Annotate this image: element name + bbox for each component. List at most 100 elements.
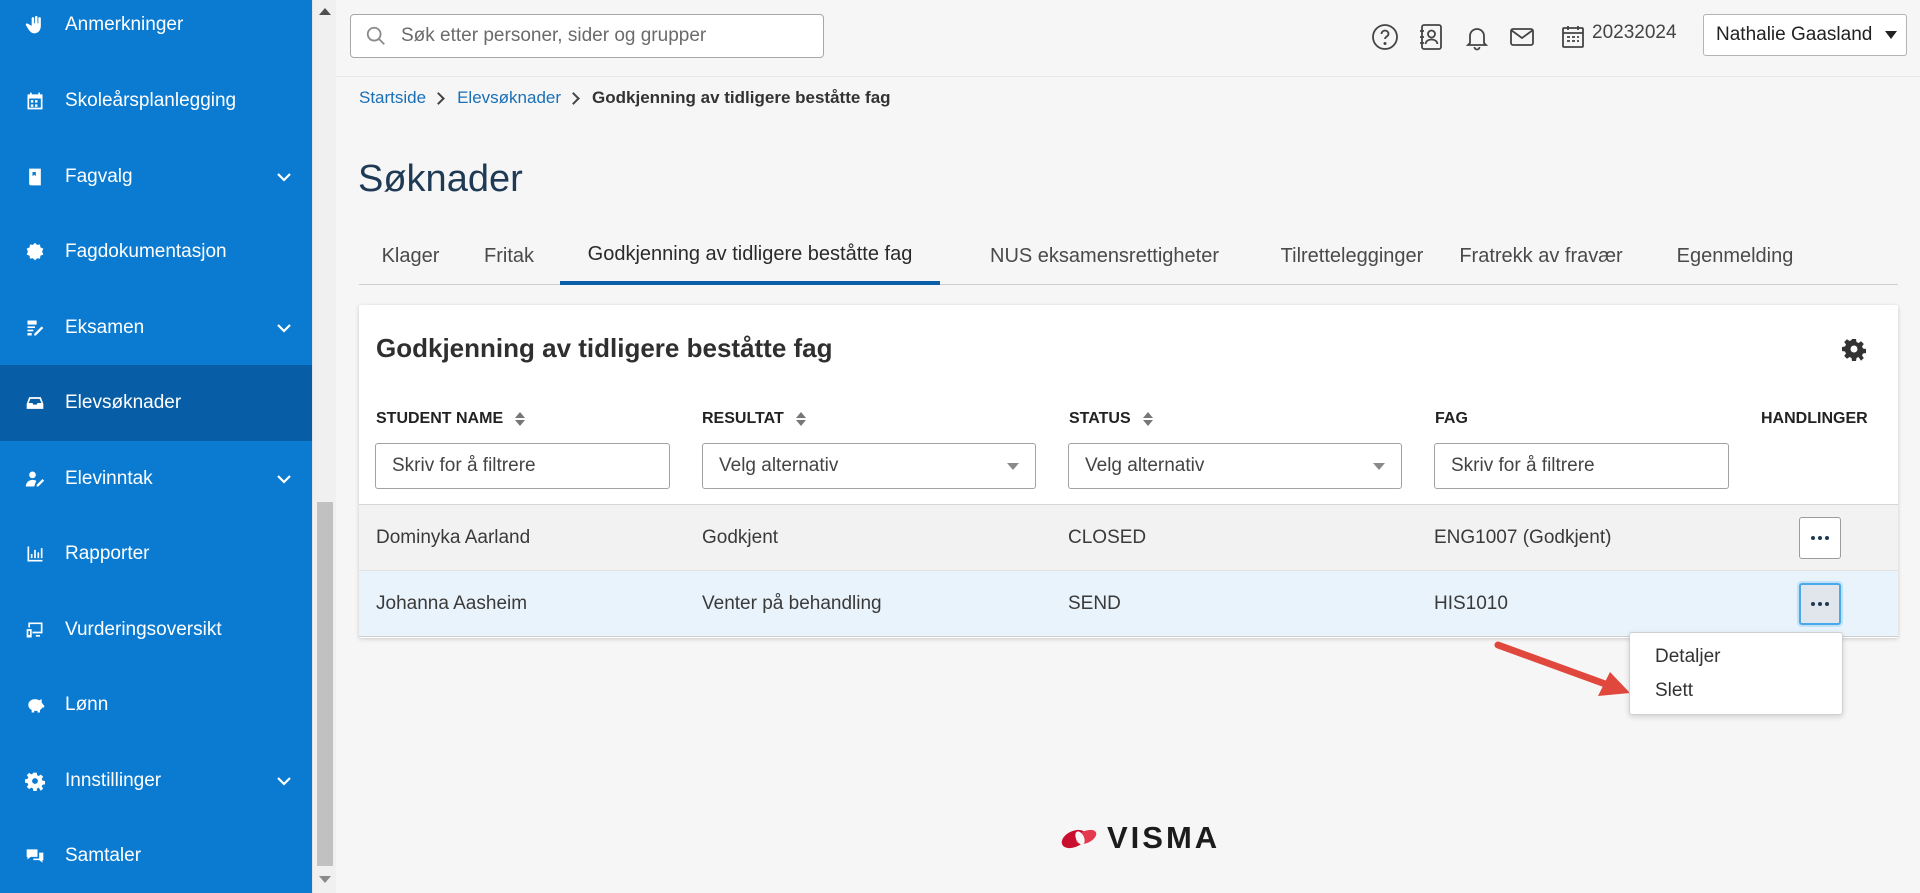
gear-icon[interactable] (1842, 337, 1868, 363)
sidebar-item-elevinntak[interactable]: Elevinntak (0, 441, 312, 517)
cell-fag: ENG1007 (Godkjent) (1434, 527, 1612, 548)
fag-filter-input[interactable]: Skriv for å filtrere (1434, 443, 1729, 489)
sidebar-item-label: Eksamen (65, 317, 145, 338)
scroll-down-arrow-icon[interactable] (319, 876, 331, 883)
chevron-down-icon[interactable] (274, 318, 294, 338)
column-header-student-name[interactable]: STUDENT NAME (376, 410, 526, 428)
sidebar: Anmerkninger Skoleårsplanlegging Fagvalg… (0, 0, 312, 893)
contacts-icon[interactable] (1416, 22, 1446, 52)
inbox-icon (24, 392, 46, 414)
column-header-resultat[interactable]: RESULTAT (702, 410, 806, 428)
sidebar-item-label: Elevsøknader (65, 392, 182, 413)
breadcrumb-home[interactable]: Startside (359, 88, 426, 108)
sidebar-item-label: Innstillinger (65, 770, 162, 791)
top-bar: 20232024 Nathalie Gaasland (336, 0, 1920, 77)
calendar-icon[interactable] (1558, 22, 1588, 52)
student-name-filter-input[interactable]: Skriv for å filtrere (375, 443, 670, 489)
tab-nus-eksamensrettigheter[interactable]: NUS eksamensrettigheter (953, 228, 1256, 285)
caret-down-icon (1885, 31, 1897, 39)
cell-status: SEND (1068, 593, 1121, 614)
more-options-icon (1811, 536, 1829, 540)
logo-text: VISMA (1107, 820, 1221, 855)
page-title: Søknader (358, 158, 523, 200)
row-actions-button[interactable] (1799, 583, 1841, 625)
sidebar-item-elevsoknader[interactable]: Elevsøknader (0, 365, 312, 441)
sidebar-item-vurderingsoversikt[interactable]: Vurderingsoversikt (0, 592, 312, 668)
tab-klager[interactable]: Klager (359, 228, 462, 285)
book-icon (24, 166, 46, 188)
scroll-up-arrow-icon[interactable] (319, 8, 331, 15)
scrollbar-thumb[interactable] (317, 502, 333, 866)
select-value: Velg alternativ (1085, 455, 1205, 476)
hand-icon (24, 14, 46, 36)
resultat-filter-select[interactable]: Velg alternativ (702, 443, 1036, 489)
row-actions-button[interactable] (1799, 517, 1841, 559)
cell-student-name: Dominyka Aarland (376, 527, 531, 548)
column-header-label: RESULTAT (702, 410, 784, 427)
tab-tilrettelegginger[interactable]: Tilrettelegginger (1255, 228, 1449, 285)
column-header-status[interactable]: STATUS (1069, 410, 1153, 428)
breadcrumb: Startside Elevsøknader Godkjenning av ti… (359, 88, 891, 108)
dropdown-arrow-icon (1373, 463, 1385, 470)
chevron-down-icon[interactable] (274, 771, 294, 791)
search-box[interactable] (350, 14, 824, 58)
table-row[interactable]: Dominyka Aarland Godkjent CLOSED ENG1007… (359, 505, 1898, 571)
applications-card: Godkjenning av tidligere beståtte fag ST… (359, 305, 1898, 638)
chevron-down-icon[interactable] (274, 469, 294, 489)
mail-icon[interactable] (1507, 22, 1537, 52)
sidebar-item-eksamen[interactable]: Eksamen (0, 290, 312, 366)
column-header-label: HANDLINGER (1761, 410, 1868, 427)
piggy-bank-icon (24, 694, 46, 716)
tab-godkjenning[interactable]: Godkjenning av tidligere beståtte fag (560, 228, 940, 285)
sort-icon[interactable] (1142, 412, 1153, 426)
sidebar-item-fagdokumentasjon[interactable]: Fagdokumentasjon (0, 214, 312, 290)
edit-paper-icon (24, 317, 46, 339)
menu-item-detaljer[interactable]: Detaljer (1655, 646, 1720, 668)
tab-fratrekk-av-fravaer[interactable]: Fratrekk av fravær (1439, 228, 1643, 285)
search-input[interactable] (401, 25, 801, 47)
menu-item-slett[interactable]: Slett (1655, 680, 1693, 702)
user-edit-icon (24, 468, 46, 490)
sidebar-item-fagvalg[interactable]: Fagvalg (0, 139, 312, 215)
search-icon (366, 26, 385, 45)
table-row[interactable]: Johanna Aasheim Venter på behandling SEN… (359, 571, 1898, 637)
tab-fritak[interactable]: Fritak (462, 228, 556, 285)
status-filter-select[interactable]: Velg alternativ (1068, 443, 1402, 489)
sidebar-item-label: Elevinntak (65, 468, 153, 489)
sidebar-item-label: Anmerkninger (65, 14, 184, 35)
breadcrumb-section[interactable]: Elevsøknader (457, 88, 561, 108)
cell-status: CLOSED (1068, 527, 1147, 548)
sidebar-item-lonn[interactable]: Lønn (0, 667, 312, 743)
breadcrumb-current: Godkjenning av tidligere beståtte fag (592, 88, 891, 107)
sidebar-item-innstillinger[interactable]: Innstillinger (0, 743, 312, 819)
column-header-handlinger: HANDLINGER (1761, 410, 1868, 428)
calendar-icon (24, 90, 46, 112)
visma-logo-mark (1061, 829, 1097, 849)
sidebar-item-label: Fagdokumentasjon (65, 241, 227, 262)
sidebar-item-label: Rapporter (65, 543, 150, 564)
sidebar-item-rapporter[interactable]: Rapporter (0, 516, 312, 592)
sidebar-item-skolearsplanlegging[interactable]: Skoleårsplanlegging (0, 63, 312, 139)
bell-icon[interactable] (1462, 22, 1492, 52)
chevron-right-icon (432, 91, 445, 105)
dropdown-arrow-icon (1007, 463, 1019, 470)
user-menu-button[interactable]: Nathalie Gaasland (1703, 14, 1907, 56)
column-header-label: STUDENT NAME (376, 410, 504, 427)
sort-icon[interactable] (795, 412, 806, 426)
tab-bar: Klager Fritak Godkjenning av tidligere b… (359, 228, 1898, 285)
cell-student-name: Johanna Aasheim (376, 593, 528, 614)
gear-icon (24, 770, 46, 792)
school-year[interactable]: 20232024 (1592, 22, 1677, 44)
tab-egenmelding[interactable]: Egenmelding (1637, 228, 1833, 285)
chevron-down-icon[interactable] (274, 167, 294, 187)
chat-icon (24, 845, 46, 867)
sort-icon[interactable] (515, 412, 526, 426)
cell-fag: HIS1010 (1434, 593, 1508, 614)
sidebar-item-anmerkninger[interactable]: Anmerkninger (0, 0, 312, 63)
help-icon[interactable] (1370, 22, 1400, 52)
annotation-arrow (1494, 641, 1630, 696)
visma-logo: VISMA (1059, 820, 1220, 856)
user-name: Nathalie Gaasland (1716, 24, 1873, 45)
sidebar-item-samtaler[interactable]: Samtaler (0, 818, 312, 893)
sidebar-scrollbar[interactable] (312, 0, 336, 893)
